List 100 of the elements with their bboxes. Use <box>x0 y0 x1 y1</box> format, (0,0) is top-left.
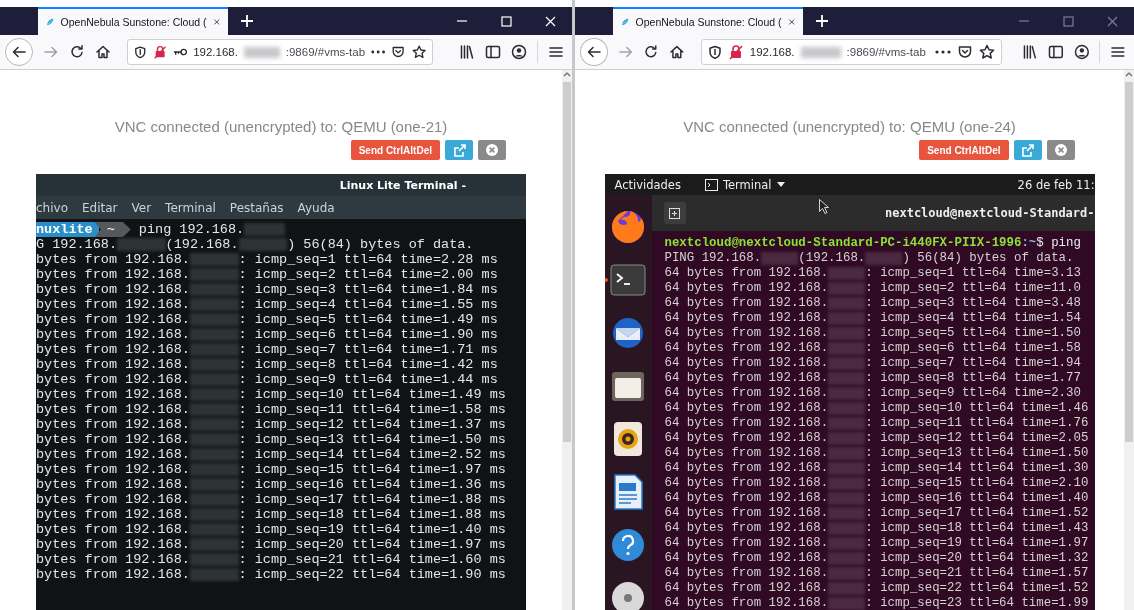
terminal-text: : icmp_seq=21 ttl=64 time=1.60 ms <box>238 552 506 567</box>
terminal-text: : icmp_seq=16 ttl=64 time=1.40 <box>865 491 1089 506</box>
terminal-text: (192.168. <box>165 237 239 252</box>
terminal-text: bytes from 192.168. <box>36 417 190 432</box>
terminal-text: PING 192.168. <box>664 251 762 266</box>
account-icon[interactable] <box>511 44 527 60</box>
terminal-text: ) 56(84) bytes of data. <box>287 237 474 252</box>
scrollbar[interactable] <box>1124 70 1134 610</box>
sidebar-icon[interactable] <box>485 44 501 60</box>
scroll-up-icon[interactable] <box>1124 70 1134 78</box>
more-icon[interactable] <box>935 49 952 55</box>
browser-tab[interactable]: OpenNebula Sunstone: Cloud ( <box>38 7 228 35</box>
pointer-icon <box>818 199 829 214</box>
menu-icon[interactable] <box>548 44 564 60</box>
home-icon[interactable] <box>669 44 685 60</box>
redaction-blur <box>828 312 866 325</box>
activities-button[interactable]: Actividades <box>614 177 681 192</box>
redaction-blur <box>828 342 866 355</box>
redaction-blur <box>828 387 866 400</box>
redaction-blur <box>828 522 866 535</box>
open-external-button[interactable] <box>1013 140 1042 160</box>
help-icon[interactable] <box>609 526 647 564</box>
redaction-blur <box>189 493 239 506</box>
terminal-text: 64 bytes from 192.168. <box>664 551 829 566</box>
close-icon <box>485 143 499 157</box>
terminal-text: : icmp_seq=9 ttl=64 time=1.44 ms <box>238 372 498 387</box>
send-ctrl-alt-del-button[interactable]: Send CtrlAltDel <box>350 140 440 160</box>
library-icon[interactable] <box>1022 44 1038 60</box>
reload-icon[interactable] <box>69 44 85 60</box>
redaction-blur <box>828 492 866 505</box>
terminal-text: bytes from 192.168. <box>36 552 190 567</box>
new-tab-icon[interactable] <box>240 14 254 28</box>
menu-icon[interactable] <box>1110 44 1126 60</box>
prompt-host: nuxlite <box>36 222 99 237</box>
menu-item[interactable]: Editar <box>82 200 118 215</box>
terminal-text: 64 bytes from 192.168. <box>664 341 829 356</box>
pocket-icon[interactable] <box>957 44 974 60</box>
shield-icon <box>707 44 722 60</box>
terminal-text: bytes from 192.168. <box>36 432 190 447</box>
terminal-text: : icmp_seq=20 ttl=64 time=1.97 ms <box>238 537 506 552</box>
redaction-blur <box>189 373 239 386</box>
new-tab-icon[interactable] <box>815 14 829 28</box>
menu-item[interactable]: Ayuda <box>297 200 335 215</box>
star-icon[interactable] <box>411 44 426 60</box>
terminal-text: : icmp_seq=9 ttl=64 time=2.30 <box>865 386 1081 401</box>
star-icon[interactable] <box>979 44 996 60</box>
account-icon[interactable] <box>1073 44 1090 60</box>
app-menu[interactable]: Terminal <box>704 177 785 192</box>
terminal-text: 64 bytes from 192.168. <box>664 356 829 371</box>
vnc-status: VNC connected (unencrypted) to: QEMU (one-21) <box>114 118 448 136</box>
close-button[interactable] <box>478 140 506 160</box>
redaction-blur <box>828 447 866 460</box>
pocket-icon[interactable] <box>391 44 406 60</box>
new-tab-icon <box>669 207 680 219</box>
redaction-blur <box>800 46 841 58</box>
scroll-up-icon[interactable] <box>562 70 572 78</box>
terminal-text: : icmp_seq=7 ttl=64 time=1.71 ms <box>238 342 498 357</box>
new-tab-button[interactable] <box>663 202 686 224</box>
terminal-text: : icmp_seq=10 ttl=64 time=1.49 ms <box>238 387 506 402</box>
redaction-blur <box>189 328 239 341</box>
back-button[interactable] <box>5 38 33 66</box>
terminal-text: 64 bytes from 192.168. <box>664 281 829 296</box>
scrollbar[interactable] <box>562 70 572 610</box>
address-bar[interactable]: 192.168. :9869/#vms-tab <box>700 39 1003 65</box>
terminal-icon[interactable] <box>609 261 647 299</box>
send-ctrl-alt-del-button[interactable]: Send CtrlAltDel <box>919 140 1009 160</box>
terminal-text: : icmp_seq=14 ttl=64 time=1.30 <box>865 461 1089 476</box>
terminal-text: : icmp_seq=6 ttl=64 time=1.58 <box>865 341 1081 356</box>
menu-item[interactable]: Terminal <box>165 200 216 215</box>
terminal-text: bytes from 192.168. <box>36 537 190 552</box>
terminal-text: : icmp_seq=14 ttl=64 time=2.52 ms <box>238 447 506 462</box>
terminal-text: : icmp_seq=22 ttl=64 time=1.52 <box>865 581 1089 596</box>
menu-item[interactable]: Pestañas <box>229 200 284 215</box>
back-button[interactable] <box>580 38 608 66</box>
home-icon[interactable] <box>95 44 111 60</box>
terminal-text: : icmp_seq=16 ttl=64 time=1.36 ms <box>238 477 506 492</box>
reload-icon[interactable] <box>643 44 660 60</box>
close-button[interactable] <box>1046 140 1075 160</box>
terminal-text: bytes from 192.168. <box>36 342 190 357</box>
terminal-text: : icmp_seq=11 ttl=64 time=1.76 <box>865 416 1089 431</box>
more-icon[interactable] <box>371 49 386 55</box>
redaction-blur <box>828 327 866 340</box>
sidebar-icon[interactable] <box>1047 44 1064 60</box>
redaction-blur <box>244 223 285 236</box>
menu-item[interactable]: Ver <box>131 200 152 215</box>
menu-item[interactable]: chivo <box>36 200 68 215</box>
terminal-text: : icmp_seq=22 ttl=64 time=1.90 ms <box>238 567 506 582</box>
redaction-blur <box>189 553 239 566</box>
redaction-blur <box>828 417 866 430</box>
terminal-text: : icmp_seq=2 ttl=64 time=2.00 ms <box>238 267 498 282</box>
redaction-blur <box>189 313 239 326</box>
address-bar[interactable]: 192.168. :9869/#vms-tab <box>127 39 433 65</box>
redaction-blur <box>828 282 866 295</box>
terminal-text: : icmp_seq=11 ttl=64 time=1.58 ms <box>238 402 506 417</box>
redaction-blur <box>189 568 239 581</box>
library-icon[interactable] <box>459 44 475 60</box>
browser-tab[interactable]: OpenNebula Sunstone: Cloud ( <box>613 7 803 35</box>
maximize-icon <box>498 14 514 28</box>
browser-icon[interactable] <box>609 208 647 246</box>
redaction-blur <box>828 477 866 490</box>
